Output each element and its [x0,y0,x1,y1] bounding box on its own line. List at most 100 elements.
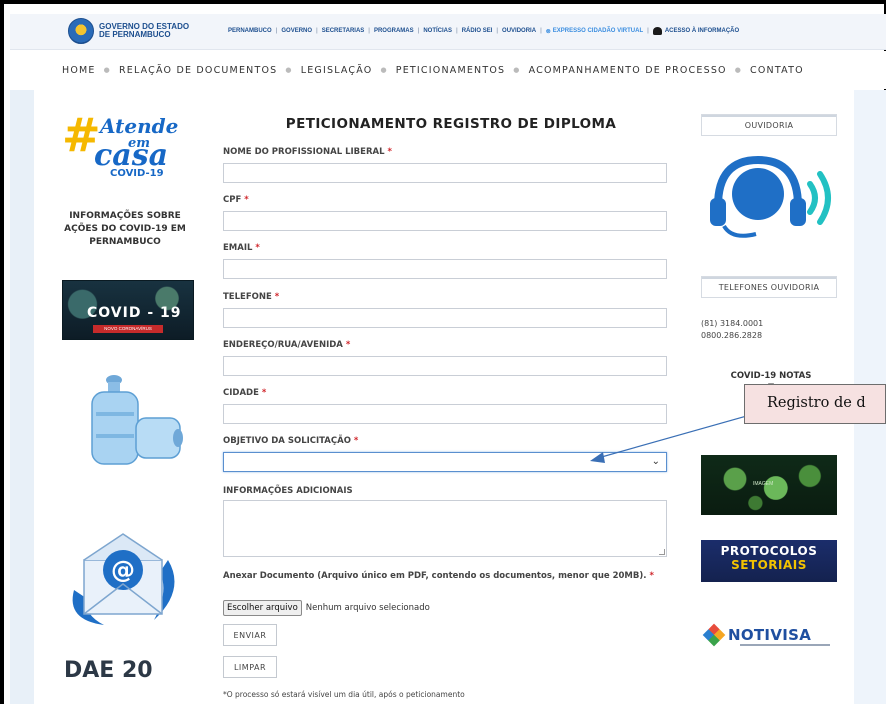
label-objetivo: OBJETIVO DA SOLICITAÇÃO * [223,436,359,446]
nav-separator: ● [513,66,521,74]
headset-ear-left [710,198,726,226]
covid-notas-line-1: COVID-19 NOTAS [730,371,812,381]
ouvidoria-box[interactable]: OUVIDORIA [701,114,837,136]
box-top-bar [702,277,836,279]
protocolos-setoriais-banner[interactable]: PROTOCOLOS SETORIAIS [701,540,837,582]
visibility-note: *O processo só estará visível um dia úti… [223,690,465,699]
nav-legislacao[interactable]: LEGISLAÇÃO [301,65,373,76]
nav-relacao-documentos[interactable]: RELAÇÃO DE DOCUMENTOS [119,65,277,76]
gallon-body [91,391,139,465]
government-logo[interactable]: GOVERNO DO ESTADO DE PERNAMBUCO [68,18,189,44]
attach-label: Anexar Documento (Arquivo único em PDF, … [223,571,654,581]
atende-word-atende: Atende [100,114,179,138]
annotation-callout: Registro de d [744,384,886,424]
top-link-expresso[interactable]: EXPRESSO CIDADÃO VIRTUAL [553,28,643,34]
logo-text: GOVERNO DO ESTADO DE PERNAMBUCO [99,23,189,39]
label-nome: NOME DO PROFISSIONAL LIBERAL * [223,147,392,157]
top-link-governo[interactable]: GOVERNO [281,28,312,34]
required-mark: * [649,571,654,581]
file-status: Nenhum arquivo selecionado [305,603,430,613]
coronavirus-image[interactable]: IMAGEM [701,455,837,515]
gallon-lying-cap [173,429,183,447]
covid-info-link[interactable]: INFORMAÇÕES SOBRE AÇÕES DO COVID-19 EM P… [60,210,190,249]
nome-input[interactable] [223,163,667,183]
protocolos-line-2: SETORIAIS [731,558,807,572]
nav-peticionamentos[interactable]: PETICIONAMENTOS [396,65,505,76]
water-gallon-image[interactable] [86,372,186,470]
resize-grip-icon[interactable] [659,549,665,555]
required-mark: * [345,340,351,350]
headset-mic [722,224,757,238]
telefone-input[interactable] [223,308,667,328]
at-symbol: @ [111,556,135,584]
nav-home[interactable]: HOME [62,65,96,76]
cpf-input[interactable] [223,211,667,231]
top-link-pernambuco[interactable]: PERNAMBUCO [228,28,272,34]
dae-20-link[interactable]: DAE 20 [64,658,153,683]
top-links: PERNAMBUCO | GOVERNO | SECRETARIAS | PROGRA… [228,27,740,35]
top-link-radio-sei[interactable]: RÁDIO SEI [462,28,493,34]
nav-separator: ● [285,66,293,74]
email-input[interactable] [223,259,667,279]
top-link-acesso-informacao[interactable]: ACESSO À INFORMAÇÃO [665,28,739,34]
label-endereco: ENDEREÇO/RUA/AVENIDA * [223,340,351,350]
top-bar: GOVERNO DO ESTADO DE PERNAMBUCO PERNAMBU… [10,14,886,50]
box-top-bar [702,115,836,117]
atende-word-covid: COVID-19 [110,168,164,179]
covid-banner-subtitle: NOVO CORONAVÍRUS [93,325,163,333]
top-link-secretarias[interactable]: SECRETARIAS [322,28,365,34]
page-title: PETICIONAMENTO REGISTRO DE DIPLOMA [285,116,617,132]
access-info-icon [652,27,662,35]
notivisa-diamond-icon [702,623,726,647]
headset-ear-right [790,198,806,226]
headset-head [732,168,784,220]
telefones-title: TELEFONES OUVIDORIA [718,282,820,292]
nav-contato[interactable]: CONTATO [750,65,804,76]
gallon-neck [108,382,120,392]
choose-file-button[interactable]: Escolher arquivo [223,600,302,616]
required-mark: * [353,436,359,446]
nav-separator: ● [380,66,388,74]
covid-banner-title: COVID - 19 [87,305,182,321]
headset-icon[interactable] [702,150,836,242]
top-link-ouvidoria[interactable]: OUVIDORIA [502,28,536,34]
top-link-noticias[interactable]: NOTÍCIAS [423,28,452,34]
file-input: Escolher arquivo Nenhum arquivo selecion… [223,600,430,616]
phone-2: 0800.286.2828 [701,331,763,340]
phone-1: (81) 3184.0001 [701,319,764,328]
top-link-programas[interactable]: PROGRAMAS [374,28,414,34]
ouvidoria-label: OUVIDORIA [744,120,794,130]
protocolos-line-1: PROTOCOLOS [720,544,818,558]
notivisa-tagline [740,644,830,646]
telefones-ouvidoria-box[interactable]: TELEFONES OUVIDORIA [701,276,837,298]
logo-line-2: DE PERNAMBUCO [99,30,171,39]
covid-19-banner[interactable]: COVID - 19 NOVO CORONAVÍRUS [62,280,194,340]
phone-numbers: (81) 3184.0001 0800.286.2828 [701,318,763,342]
label-email: EMAIL * [223,243,260,253]
nav-acompanhamento[interactable]: ACOMPANHAMENTO DE PROCESSO [529,65,727,76]
nav-separator: ● [103,66,111,74]
atende-em-casa-banner[interactable]: # Atende em casa COVID-19 [62,112,192,180]
notivisa-name: NOTIVISA [728,626,812,644]
label-cidade: CIDADE * [223,388,267,398]
notivisa-logo[interactable]: NOTIVISA [702,623,830,647]
gallon-ridge-1 [96,412,134,416]
required-mark: * [274,292,280,302]
info-adicionais-textarea[interactable] [223,500,667,557]
limpar-button[interactable]: LIMPAR [223,656,277,678]
objetivo-select[interactable]: ⌄ [223,452,667,472]
main-nav: HOME ● RELAÇÃO DE DOCUMENTOS ● LEGISLAÇÃ… [10,51,886,89]
endereco-input[interactable] [223,356,667,376]
required-mark: * [255,243,260,253]
expresso-icon: ⊗ [545,28,551,35]
required-mark: * [387,147,392,157]
label-info-adicionais: INFORMAÇÕES ADICIONAIS [223,486,353,496]
cidade-input[interactable] [223,404,667,424]
sound-wave-2 [817,171,831,225]
gallon-ridge-2 [96,434,134,438]
chevron-down-icon: ⌄ [651,456,660,467]
label-telefone: TELEFONE * [223,292,280,302]
enviar-button[interactable]: ENVIAR [223,624,277,646]
email-icon[interactable]: @ [64,520,184,630]
virus-image-label: IMAGEM [753,481,774,487]
